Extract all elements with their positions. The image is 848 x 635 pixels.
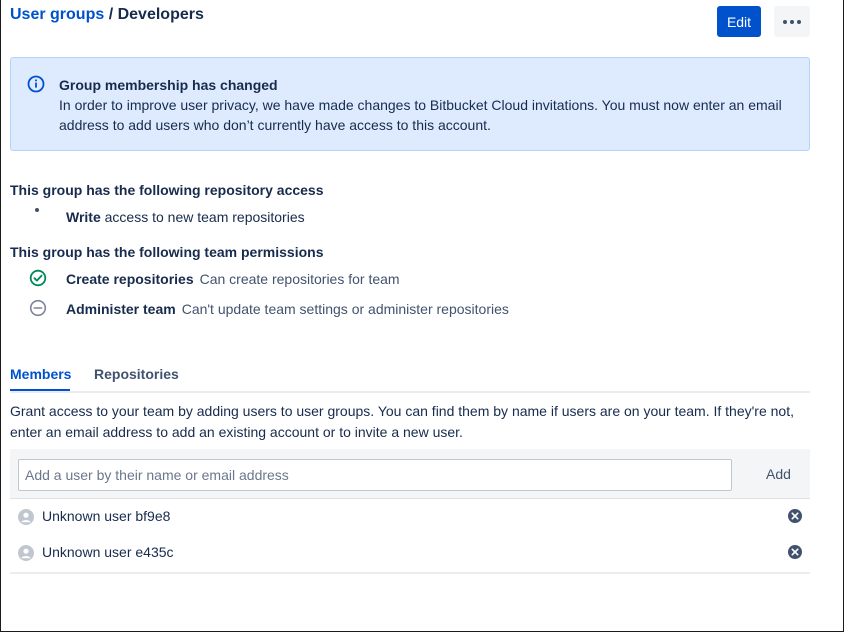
- add-user-button[interactable]: Add: [766, 466, 791, 482]
- tab-members[interactable]: Members: [10, 366, 71, 382]
- add-user-bar: Add: [10, 449, 810, 499]
- add-user-input[interactable]: [18, 459, 732, 491]
- breadcrumb-link-user-groups[interactable]: User groups: [10, 6, 104, 23]
- team-permissions-title: This group has the following team permis…: [10, 244, 324, 260]
- banner-title: Group membership has changed: [59, 77, 278, 93]
- member-name: Unknown user e435c: [42, 544, 174, 560]
- permission-description: Can't update team settings or administer…: [181, 301, 509, 317]
- info-banner: Group membership has changed In order to…: [10, 57, 810, 151]
- members-description: Grant access to your team by adding user…: [10, 403, 794, 440]
- info-icon: [27, 75, 45, 93]
- page-title: Developers: [117, 6, 204, 23]
- repo-access-item: Write access to new team repositories: [66, 209, 305, 225]
- list-item: Unknown user e435c: [10, 535, 810, 571]
- breadcrumb-separator: /: [104, 6, 118, 23]
- edit-button[interactable]: Edit: [717, 6, 761, 37]
- permission-create-repositories: Create repositories Can create repositori…: [66, 271, 400, 287]
- banner-body: In order to improve user privacy, we hav…: [59, 97, 782, 133]
- tab-repositories[interactable]: Repositories: [94, 366, 179, 382]
- minus-circle-icon: [29, 299, 47, 317]
- permission-administer-team: Administer team Can't update team setting…: [66, 301, 509, 317]
- ellipsis-icon: [783, 19, 787, 24]
- avatar-icon: [18, 545, 34, 561]
- check-circle-icon: [29, 269, 47, 287]
- permission-label: Create repositories: [66, 271, 194, 287]
- avatar-icon: [18, 509, 34, 525]
- list-divider: [10, 572, 810, 574]
- repo-access-text: access to new team repositories: [100, 209, 305, 225]
- tab-bar: Members Repositories: [10, 363, 810, 393]
- remove-member-icon[interactable]: [787, 508, 803, 524]
- list-item: Unknown user bf9e8: [10, 499, 810, 535]
- remove-member-icon[interactable]: [787, 544, 803, 560]
- active-tab-indicator: [10, 389, 70, 391]
- repo-access-title: This group has the following repository …: [10, 182, 324, 198]
- bullet-icon: [35, 208, 39, 212]
- permission-description: Can create repositories for team: [199, 271, 400, 287]
- repo-access-level: Write: [66, 209, 101, 225]
- permission-label: Administer team: [66, 301, 176, 317]
- breadcrumb: User groups / Developers: [10, 6, 204, 24]
- member-name: Unknown user bf9e8: [42, 508, 171, 524]
- more-actions-button[interactable]: [774, 6, 810, 37]
